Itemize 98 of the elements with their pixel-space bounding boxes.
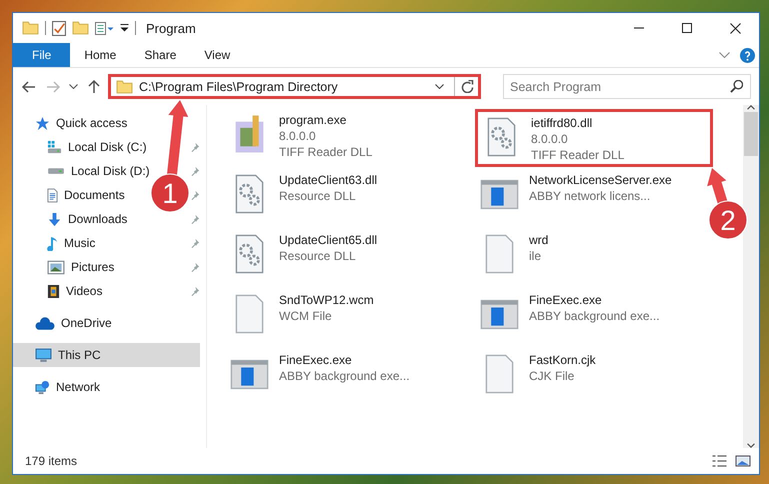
callout-badge: 1 bbox=[150, 174, 190, 212]
sidebar-item[interactable]: Local Disk (C:) bbox=[13, 135, 151, 159]
window-icon bbox=[480, 178, 518, 210]
customize-toolbar-icon[interactable] bbox=[120, 24, 129, 32]
recent-locations-button[interactable] bbox=[67, 82, 80, 91]
gear-file-icon bbox=[234, 234, 264, 274]
file-icon bbox=[234, 294, 264, 334]
forward-arrow-icon bbox=[45, 78, 61, 94]
ribbon-tab[interactable]: View bbox=[190, 43, 244, 67]
gear-file-icon bbox=[486, 117, 516, 157]
sidebar-item[interactable]: This PC bbox=[13, 343, 200, 367]
sidebar-item[interactable]: Network bbox=[13, 375, 104, 399]
drive-icon bbox=[47, 167, 65, 175]
file-name: UpdateClient63.dll bbox=[279, 172, 378, 188]
close-icon bbox=[730, 22, 740, 34]
star-icon bbox=[35, 116, 50, 130]
file-name: FineExec.exe bbox=[529, 292, 603, 308]
window-icon bbox=[480, 298, 518, 330]
film-icon bbox=[47, 284, 60, 298]
file-name: NetworkLicenseServer.exe bbox=[529, 172, 672, 188]
document-icon bbox=[47, 188, 58, 202]
file-item[interactable]: ietiffrd80.dll 8.0.0.0 TIFF Reader DLL bbox=[475, 109, 713, 167]
file-detail: WCM File bbox=[279, 308, 333, 324]
callout-badge: 2 bbox=[708, 200, 748, 240]
scrollbar-thumb[interactable] bbox=[744, 112, 758, 156]
file-detail: ABBY background exe... bbox=[529, 308, 660, 324]
file-detail: CJK File bbox=[529, 368, 576, 384]
file-icon bbox=[484, 234, 514, 274]
scrollbar[interactable] bbox=[743, 105, 759, 448]
picture-icon bbox=[47, 260, 65, 274]
file-name: UpdateClient65.dll bbox=[279, 232, 378, 248]
address-bar[interactable]: C:\Program Files\Program Directory bbox=[108, 74, 481, 99]
callout-arrow bbox=[707, 168, 728, 204]
file-item[interactable]: UpdateClient63.dll Resource DLL bbox=[225, 169, 382, 227]
file-name: program.exe bbox=[279, 112, 348, 128]
file-detail: TIFF Reader DLL bbox=[531, 147, 624, 163]
details-view-icon[interactable] bbox=[712, 455, 727, 467]
file-item[interactable]: NetworkLicenseServer.exe ABBY network licens... bbox=[475, 169, 676, 227]
back-arrow-icon bbox=[21, 78, 37, 94]
file-name: FineExec.exe bbox=[279, 352, 353, 368]
refresh-icon[interactable] bbox=[461, 80, 474, 93]
file-detail: Resource DLL bbox=[279, 188, 357, 204]
installer-icon bbox=[234, 114, 264, 154]
cloud-icon bbox=[35, 316, 55, 330]
download-icon bbox=[47, 212, 62, 226]
window-icon bbox=[230, 358, 268, 390]
sidebar-item[interactable]: Documents bbox=[13, 183, 129, 207]
window-title: Program bbox=[146, 20, 196, 36]
file-item[interactable]: FineExec.exe ABBY background exe... bbox=[225, 349, 414, 407]
sidebar-item[interactable]: Quick access bbox=[13, 111, 132, 135]
properties-icon[interactable] bbox=[52, 20, 66, 36]
sidebar-item[interactable]: Music bbox=[13, 231, 100, 255]
file-item[interactable]: UpdateClient65.dll Resource DLL bbox=[225, 229, 382, 287]
file-detail: 8.0.0.0 bbox=[279, 128, 317, 144]
file-item[interactable]: program.exe 8.0.0.0 TIFF Reader DLL bbox=[225, 109, 376, 167]
ribbon-tab[interactable]: Share bbox=[130, 43, 190, 67]
view-options-icon[interactable] bbox=[95, 22, 114, 34]
search-icon[interactable] bbox=[730, 80, 743, 93]
sidebar-item[interactable]: Pictures bbox=[13, 255, 118, 279]
dropdown-icon[interactable] bbox=[435, 84, 444, 89]
file-icon bbox=[484, 354, 514, 394]
search-field[interactable]: Search Program bbox=[503, 74, 751, 99]
help-icon[interactable] bbox=[740, 48, 755, 62]
file-name: FastKorn.cjk bbox=[529, 352, 596, 368]
folder-icon bbox=[116, 80, 133, 94]
scroll-down-icon[interactable] bbox=[747, 443, 755, 448]
large-icons-view-icon[interactable] bbox=[735, 455, 751, 467]
file-detail: 8.0.0.0 bbox=[531, 131, 569, 147]
minimize-icon bbox=[633, 27, 645, 29]
file-name: ietiffrd80.dll bbox=[531, 115, 594, 131]
ribbon-tab[interactable]: Home bbox=[70, 43, 130, 67]
gear-file-icon bbox=[234, 174, 264, 214]
file-name: wrd bbox=[529, 232, 548, 248]
file-detail: ile bbox=[529, 248, 542, 264]
drive-icon bbox=[47, 140, 62, 154]
monitor-icon bbox=[35, 348, 52, 362]
file-item[interactable]: FastKorn.cjk CJK File bbox=[475, 349, 600, 407]
network-icon bbox=[35, 380, 50, 394]
file-item[interactable]: FineExec.exe ABBY background exe... bbox=[475, 289, 664, 347]
file-detail: Resource DLL bbox=[279, 248, 357, 264]
folder-icon bbox=[22, 21, 39, 35]
file-item[interactable]: wrd ile bbox=[475, 229, 552, 287]
expand-ribbon-icon[interactable] bbox=[719, 52, 730, 58]
up-arrow-icon bbox=[86, 78, 102, 94]
scroll-up-icon[interactable] bbox=[747, 105, 755, 110]
maximize-icon bbox=[682, 23, 692, 33]
file-detail: ABBY background exe... bbox=[279, 368, 410, 384]
music-note-icon bbox=[47, 236, 58, 250]
sidebar-item[interactable]: Videos bbox=[13, 279, 106, 303]
ribbon-tab[interactable]: File bbox=[13, 43, 70, 67]
file-name: SndToWP12.wcm bbox=[279, 292, 374, 308]
file-detail: ABBY network licens... bbox=[529, 188, 652, 204]
item-count: 179 items bbox=[25, 454, 78, 468]
sidebar-item[interactable]: Downloads bbox=[13, 207, 132, 231]
file-detail: TIFF Reader DLL bbox=[279, 144, 372, 160]
chevron-down-icon bbox=[69, 84, 78, 89]
sidebar-item[interactable]: OneDrive bbox=[13, 311, 116, 335]
file-item[interactable]: SndToWP12.wcm WCM File bbox=[225, 289, 378, 347]
